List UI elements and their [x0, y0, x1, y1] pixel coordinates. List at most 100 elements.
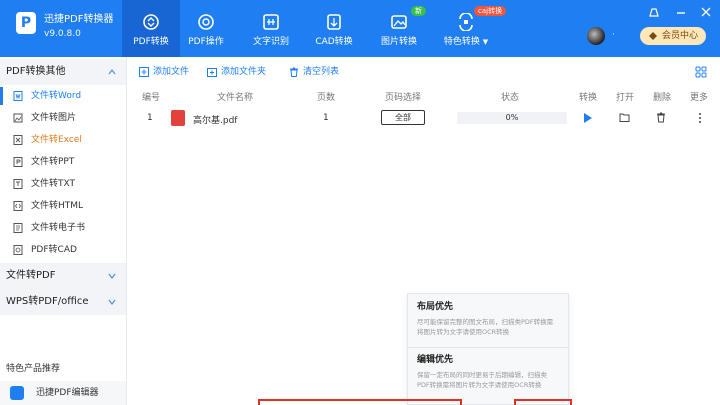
- section-label: WPS转PDF/office: [6, 296, 89, 307]
- tab-label: 特色转换 ▼: [443, 37, 489, 47]
- chevron-down-icon: [108, 273, 116, 279]
- highlight-box-right: [514, 399, 572, 405]
- section-pdf-convert-other[interactable]: PDF转换其他: [0, 59, 126, 85]
- tab-label: PDF转换: [133, 37, 169, 47]
- sidebar-item-to-word[interactable]: 文件转Word: [0, 85, 126, 107]
- sidebar-item-label: 文件转Excel: [31, 135, 82, 145]
- delete-icon[interactable]: [656, 112, 666, 123]
- new-badge: 新: [411, 6, 426, 16]
- option-edit-priority[interactable]: 编辑优先 保留一定布局的同时更易于后期编辑，扫描类PDF转换需将图片转为文字请使…: [408, 354, 568, 390]
- sidebar-item-to-ebook[interactable]: 文件转电子书: [0, 217, 126, 239]
- col-delete: 删除: [653, 93, 672, 103]
- top-bar: P 迅捷PDF转换器 v9.0.8.0 PDF转换 PDF操作 文字识别 CAD…: [0, 0, 720, 57]
- col-pages: 页数: [317, 93, 336, 103]
- col-name: 文件名称: [217, 93, 254, 103]
- tab-label: CAD转换: [315, 37, 353, 47]
- section-file-to-pdf[interactable]: 文件转PDF: [0, 263, 126, 289]
- option-layout-priority[interactable]: 布局优先 尽可能保留完整的图文布局，扫描类PDF转换需将图片转为文字请使用OCR…: [408, 301, 568, 337]
- tab-label: PDF操作: [188, 37, 224, 47]
- col-open: 打开: [616, 93, 635, 103]
- section-label: 文件转PDF: [6, 270, 56, 281]
- add-file-label: 添加文件: [153, 67, 190, 77]
- page-count: 1: [323, 113, 329, 123]
- page-select-button[interactable]: 全部: [381, 110, 425, 125]
- option-desc: 尽可能保留完整的图文布局，扫描类PDF转换需将图片转为文字请使用OCR转换: [417, 318, 554, 336]
- chevron-down-icon: ▼: [482, 38, 489, 46]
- progress-bar: 0%: [457, 112, 567, 124]
- sidebar-item-to-html[interactable]: 文件转HTML: [0, 195, 126, 217]
- app-logo: P: [16, 12, 36, 34]
- convert-mode-popup: 布局优先 尽可能保留完整的图文布局，扫描类PDF转换需将图片转为文字请使用OCR…: [407, 293, 569, 405]
- play-icon[interactable]: [583, 112, 593, 124]
- more-icon[interactable]: [698, 112, 702, 124]
- cad-file-icon: [13, 245, 23, 255]
- sidebar-item-to-txt[interactable]: 文件转TXT: [0, 173, 126, 195]
- recommend-pdf-editor[interactable]: 迅捷PDF编辑器: [0, 381, 126, 405]
- pdf-editor-icon: [10, 386, 24, 400]
- clear-list-label: 清空列表: [303, 67, 340, 77]
- section-wps-to-pdf-office[interactable]: WPS转PDF/office: [0, 289, 126, 315]
- close-icon[interactable]: [700, 6, 712, 18]
- clear-list-button[interactable]: 清空列表: [289, 66, 339, 78]
- add-folder-label: 添加文件夹: [221, 67, 267, 77]
- sidebar: PDF转换其他 文件转Word 文件转图片 文件转Excel 文件转PPT 文件…: [0, 57, 127, 405]
- vip-center-label: 会员中心: [661, 31, 698, 41]
- sidebar-item-label: 文件转图片: [31, 113, 77, 123]
- add-folder-button[interactable]: 添加文件夹: [207, 66, 266, 78]
- col-page-select: 页码选择: [385, 93, 422, 103]
- sidebar-item-to-excel[interactable]: 文件转Excel: [0, 129, 126, 151]
- refresh-icon: [143, 14, 159, 30]
- app-version: v9.0.8.0: [44, 29, 81, 39]
- add-file-button[interactable]: 添加文件: [139, 66, 189, 78]
- sidebar-item-label: 文件转电子书: [31, 223, 86, 233]
- vip-center-button[interactable]: 会员中心: [640, 27, 706, 45]
- add-file-icon: [139, 67, 149, 77]
- col-status: 状态: [501, 93, 520, 103]
- recommend-item-label: 迅捷PDF编辑器: [36, 388, 99, 398]
- sidebar-item-label: 文件转HTML: [31, 201, 84, 211]
- scan-icon: [263, 14, 279, 30]
- settings-icon: [198, 14, 214, 30]
- excel-icon: [13, 135, 23, 145]
- option-title: 编辑优先: [417, 355, 454, 365]
- sidebar-item-label: 文件转PPT: [31, 157, 75, 167]
- recommend-title: 特色产品推荐: [6, 364, 61, 374]
- sidebar-item-to-ppt[interactable]: 文件转PPT: [0, 151, 126, 173]
- caj-badge: caj转换: [474, 6, 507, 16]
- trash-icon: [290, 67, 298, 77]
- divider: [408, 347, 568, 348]
- app-name: 迅捷PDF转换器: [44, 14, 114, 25]
- col-more: 更多: [690, 93, 709, 103]
- row-number: 1: [147, 113, 153, 123]
- sidebar-item-pdf-to-cad[interactable]: PDF转CAD: [0, 239, 126, 261]
- ebook-icon: [13, 223, 23, 233]
- folder-open-icon[interactable]: [619, 112, 630, 123]
- cad-icon: [327, 14, 341, 30]
- sidebar-item-label: PDF转CAD: [31, 245, 77, 255]
- col-no: 编号: [142, 93, 161, 103]
- tab-pdf-convert[interactable]: PDF转换: [122, 0, 180, 57]
- sidebar-item-label: 文件转Word: [31, 91, 82, 101]
- minimize-icon[interactable]: [675, 6, 687, 18]
- avatar[interactable]: [587, 27, 605, 45]
- ppt-icon: [13, 157, 23, 167]
- chevron-up-icon: [108, 69, 116, 75]
- app-window: P 迅捷PDF转换器 v9.0.8.0 PDF转换 PDF操作 文字识别 CAD…: [0, 0, 720, 405]
- grid-view-icon[interactable]: [695, 66, 707, 78]
- skin-icon[interactable]: [648, 6, 660, 18]
- special-icon: [459, 13, 473, 31]
- image-icon: [391, 15, 407, 29]
- col-convert: 转换: [579, 93, 598, 103]
- table-row: 1 高尔基.pdf 1 全部 0%: [127, 106, 720, 130]
- file-name: 高尔基.pdf: [193, 116, 238, 126]
- tab-pdf-operate[interactable]: PDF操作: [177, 0, 235, 57]
- user-name: ·: [612, 30, 615, 40]
- table-header: 编号 文件名称 页数 页码选择 状态 转换 打开 删除 更多: [127, 88, 720, 104]
- tab-label: 图片转换: [380, 37, 417, 47]
- sidebar-item-to-image[interactable]: 文件转图片: [0, 107, 126, 129]
- tab-label: 文字识别: [252, 37, 289, 47]
- chevron-down-icon: [108, 299, 116, 305]
- tab-ocr[interactable]: 文字识别: [242, 0, 300, 57]
- tab-cad[interactable]: CAD转换: [305, 0, 363, 57]
- sidebar-item-label: 文件转TXT: [31, 179, 76, 189]
